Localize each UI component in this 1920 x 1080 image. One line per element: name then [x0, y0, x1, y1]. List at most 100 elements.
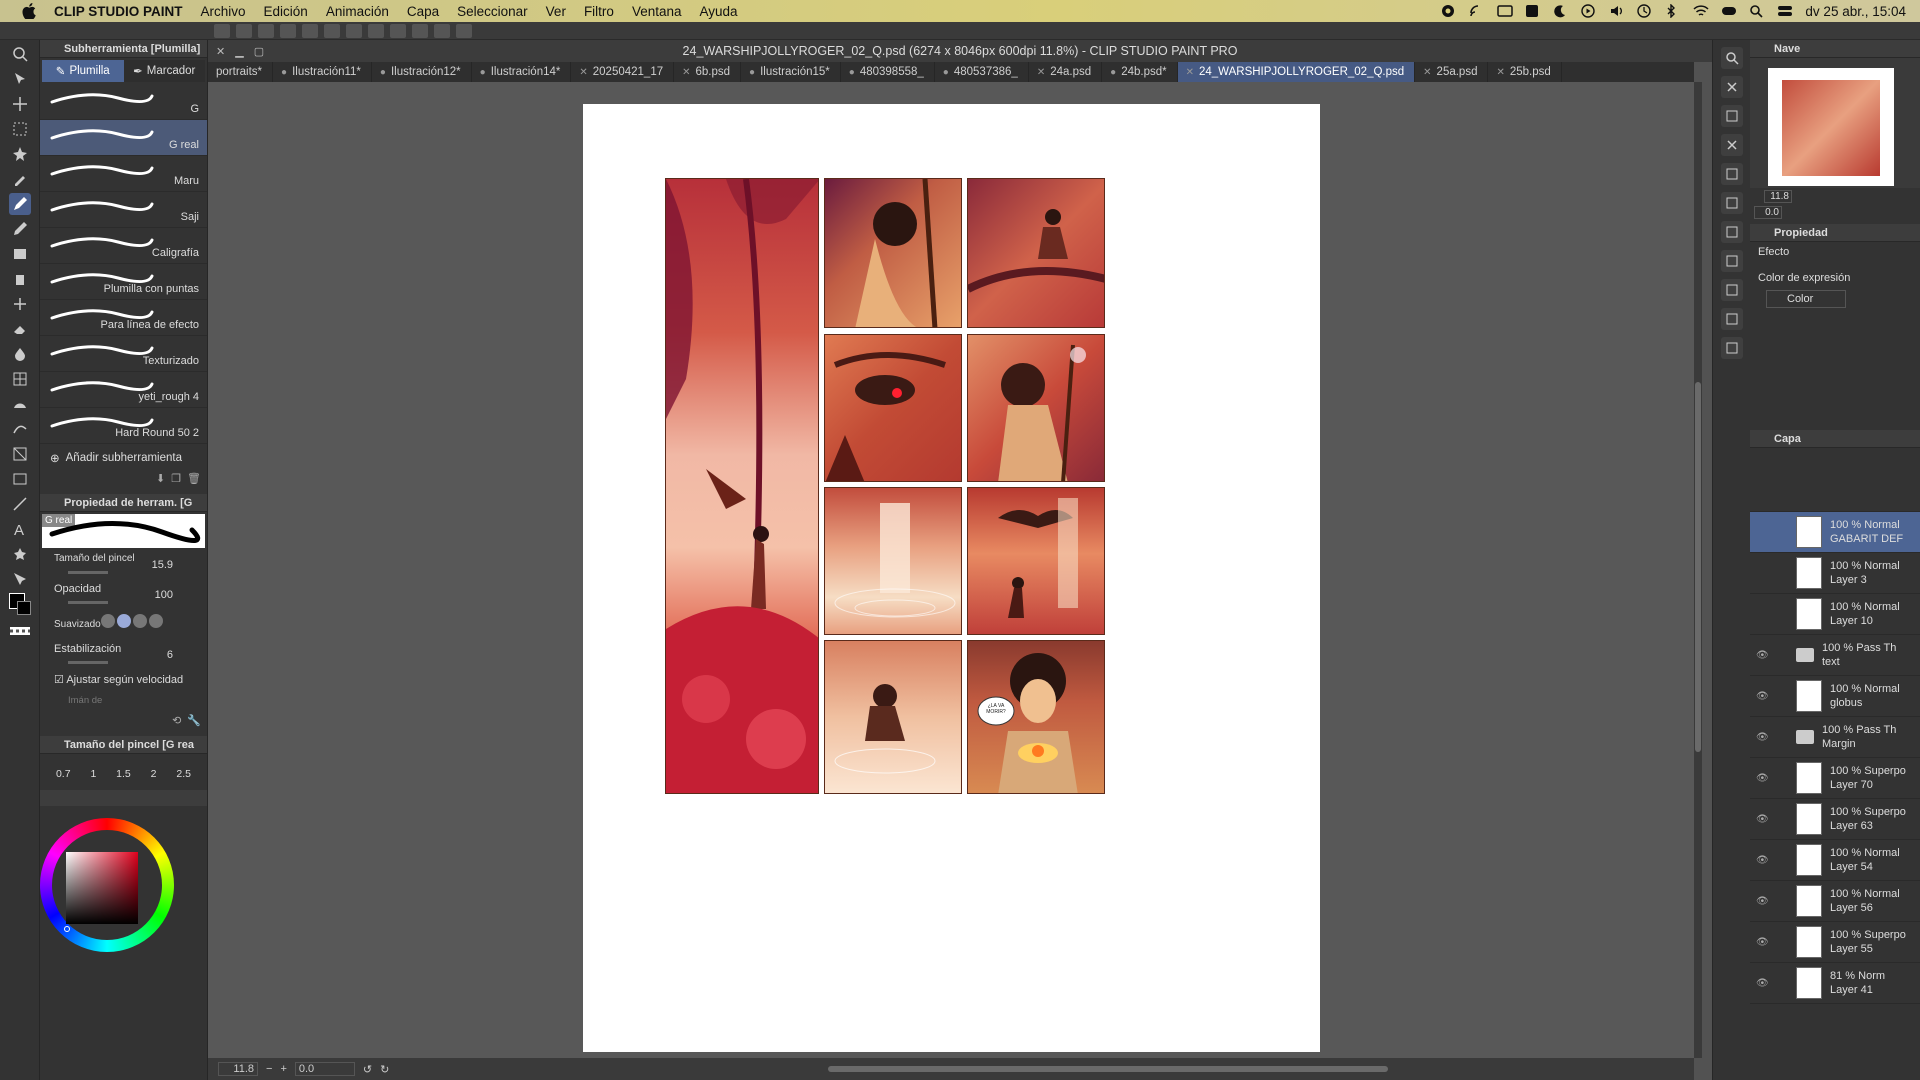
- close-tab-icon[interactable]: ✕: [682, 67, 690, 78]
- layer-row[interactable]: 100 % Normal Layer 10: [1750, 594, 1920, 635]
- brush-size-value[interactable]: 15.9: [152, 559, 173, 571]
- wrench-icon[interactable]: 🔧: [187, 714, 201, 736]
- tab-24a[interactable]: ✕ 24a.psd: [1029, 62, 1103, 82]
- brush-item[interactable]: Saji: [40, 192, 207, 228]
- brush-item[interactable]: Plumilla con puntas: [40, 264, 207, 300]
- brush-item[interactable]: G real: [40, 120, 207, 156]
- close-tab-icon[interactable]: ✕: [1496, 67, 1504, 78]
- visibility-eye-icon[interactable]: 👁: [1756, 773, 1770, 784]
- save-icon[interactable]: [280, 24, 296, 38]
- menu-edicion[interactable]: Edición: [264, 4, 308, 19]
- rotate-right-icon[interactable]: ↻: [380, 1063, 389, 1076]
- layer-row[interactable]: 100 % Normal Layer 3: [1750, 553, 1920, 594]
- fill-tool-icon[interactable]: [9, 368, 31, 390]
- canvas-zoom-value[interactable]: 11.8: [218, 1062, 258, 1076]
- tab-480537386[interactable]: ● 480537386_: [935, 62, 1029, 82]
- visibility-eye-icon[interactable]: 👁: [1756, 896, 1770, 907]
- auto-action-icon[interactable]: [1721, 279, 1743, 301]
- add-subtool-button[interactable]: ⊕ Añadir subherramienta: [40, 444, 207, 472]
- close-tab-icon[interactable]: ✕: [1037, 67, 1045, 78]
- smoothing-row[interactable]: Suavizado: [46, 610, 201, 640]
- smoothing-opt-3[interactable]: [133, 614, 147, 628]
- brush-item[interactable]: yeti_rough 4: [40, 372, 207, 408]
- main-color-swatch[interactable]: [9, 593, 33, 617]
- navigator-thumbnail[interactable]: [1768, 68, 1894, 186]
- visibility-eye-icon[interactable]: 👁: [1756, 650, 1770, 661]
- expression-select[interactable]: Color: [1766, 290, 1846, 308]
- move-tool-icon[interactable]: [9, 93, 31, 115]
- search-panel-icon[interactable]: [1721, 47, 1743, 69]
- brush-tool-icon[interactable]: [9, 243, 31, 265]
- animation-panel-icon[interactable]: [1721, 250, 1743, 272]
- menu-ver[interactable]: Ver: [546, 4, 566, 19]
- layer-row[interactable]: 👁 100 % Superpo Layer 63: [1750, 799, 1920, 840]
- layer-row[interactable]: 👁 100 % Normal Layer 56: [1750, 881, 1920, 922]
- help-icon[interactable]: [456, 24, 472, 38]
- size-preset[interactable]: 2: [151, 768, 157, 780]
- menu-filtro[interactable]: Filtro: [584, 4, 614, 19]
- navigator-panel[interactable]: [1750, 58, 1920, 188]
- wifi-icon[interactable]: [1693, 4, 1709, 18]
- menu-seleccionar[interactable]: Seleccionar: [457, 4, 528, 19]
- brush-size-row[interactable]: Tamaño del pincel 15.9: [46, 550, 201, 580]
- vector-tool-icon[interactable]: [9, 493, 31, 515]
- menu-capa[interactable]: Capa: [407, 4, 439, 19]
- history-panel-icon[interactable]: [1721, 192, 1743, 214]
- size-preset[interactable]: 2.5: [176, 768, 191, 780]
- brush-item[interactable]: G: [40, 84, 207, 120]
- item-bank-icon[interactable]: [1721, 308, 1743, 330]
- blend-tool-icon[interactable]: [9, 343, 31, 365]
- comic-page[interactable]: ¿LA VA MORIR?: [583, 104, 1320, 1052]
- trash-icon[interactable]: 🗑: [187, 472, 201, 494]
- menu-animacion[interactable]: Animación: [326, 4, 389, 19]
- visibility-eye-icon[interactable]: 👁: [1756, 978, 1770, 989]
- correct-line-tool-icon[interactable]: [9, 568, 31, 590]
- record-icon[interactable]: [1441, 4, 1455, 18]
- transform-icon[interactable]: [390, 24, 406, 38]
- brush-item[interactable]: Hard Round 50 2: [40, 408, 207, 444]
- control-center-icon[interactable]: [1777, 4, 1793, 18]
- undo-icon[interactable]: [302, 24, 318, 38]
- close-tab-icon[interactable]: ✕: [579, 67, 587, 78]
- color-picker-handle[interactable]: [64, 926, 70, 932]
- saturation-square[interactable]: [66, 852, 138, 924]
- stabilization-row[interactable]: Estabilización 6: [46, 640, 201, 670]
- cast-icon[interactable]: [1469, 4, 1483, 18]
- play-icon[interactable]: [1581, 4, 1596, 18]
- velocity-row[interactable]: ☑ Ajustar según velocidad: [46, 670, 201, 692]
- opacity-value[interactable]: 100: [155, 589, 173, 601]
- frame-tool-icon[interactable]: [9, 443, 31, 465]
- panel-close-icon-2[interactable]: [1721, 134, 1743, 156]
- visibility-eye-icon[interactable]: 👁: [1756, 732, 1770, 743]
- redo-icon[interactable]: [324, 24, 340, 38]
- checkbox-icon[interactable]: ☑: [54, 674, 64, 686]
- figure-tool-icon[interactable]: [9, 418, 31, 440]
- brush-item[interactable]: Para línea de efecto: [40, 300, 207, 336]
- tab-ilustracion15[interactable]: ● Ilustración15*: [741, 62, 841, 82]
- fill-icon[interactable]: [368, 24, 384, 38]
- datetime[interactable]: dv 25 abr., 15:04: [1805, 4, 1906, 19]
- maximize-window-icon[interactable]: ▢: [254, 45, 264, 58]
- tab-portraits[interactable]: portraits*: [208, 62, 274, 82]
- apple-menu-icon[interactable]: [18, 0, 40, 22]
- tab-6b[interactable]: ✕ 6b.psd: [674, 62, 742, 82]
- open-file-icon[interactable]: [258, 24, 274, 38]
- size-preset[interactable]: 1: [90, 768, 96, 780]
- tab-480398558[interactable]: ● 480398558_: [841, 62, 935, 82]
- visibility-eye-icon[interactable]: 👁: [1756, 855, 1770, 866]
- bluetooth-icon[interactable]: [1665, 3, 1679, 19]
- layer-row[interactable]: 👁 100 % Normal globus: [1750, 676, 1920, 717]
- gradient-tool-icon[interactable]: [9, 393, 31, 415]
- panel-close-icon[interactable]: [1721, 76, 1743, 98]
- eraser-tool-icon[interactable]: [9, 318, 31, 340]
- menu-archivo[interactable]: Archivo: [201, 4, 246, 19]
- smoothing-opt-4[interactable]: [149, 614, 163, 628]
- close-window-icon[interactable]: ✕: [216, 45, 225, 58]
- zoom-tool-icon[interactable]: [9, 43, 31, 65]
- zoom-in-icon[interactable]: +: [280, 1063, 286, 1075]
- pencil-tool-icon[interactable]: [9, 218, 31, 240]
- canvas-area[interactable]: ¿LA VA MORIR?: [208, 82, 1694, 1058]
- ruler-icon[interactable]: [412, 24, 428, 38]
- menu-ventana[interactable]: Ventana: [632, 4, 682, 19]
- tab-plumilla[interactable]: ✎ Plumilla: [42, 60, 124, 82]
